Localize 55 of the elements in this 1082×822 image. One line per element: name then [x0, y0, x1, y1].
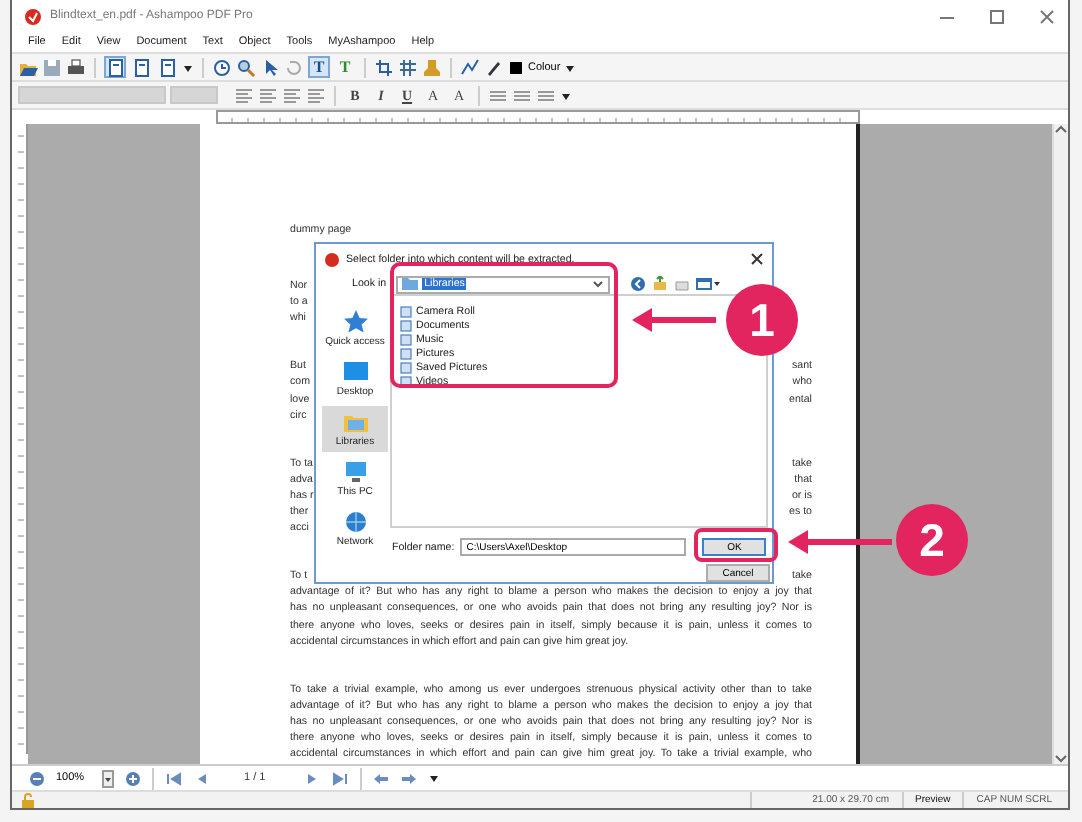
first-page-icon[interactable] — [164, 769, 182, 787]
maximize-icon[interactable] — [988, 7, 1006, 25]
app-logo-icon — [24, 7, 42, 25]
align-icon[interactable] — [282, 85, 302, 105]
monitor-icon — [343, 360, 367, 384]
number-badge: 1 — [726, 284, 798, 356]
zoom-in-icon[interactable] — [124, 769, 142, 787]
close-icon[interactable] — [750, 252, 764, 266]
number-badge: 2 — [896, 504, 968, 576]
grid-icon[interactable] — [398, 57, 418, 77]
caret-icon — [592, 278, 605, 290]
app-logo-icon — [324, 251, 340, 267]
back-icon[interactable] — [371, 769, 390, 787]
vertical-scrollbar[interactable] — [1052, 124, 1068, 764]
zoom-out-icon[interactable] — [28, 769, 46, 787]
page-view-button[interactable] — [130, 56, 152, 78]
arrow — [788, 530, 892, 554]
forward-icon[interactable] — [399, 769, 418, 787]
scroll-up-icon[interactable] — [1054, 124, 1068, 136]
align-icon[interactable] — [234, 85, 254, 105]
star-icon — [343, 310, 367, 334]
line-chart-icon[interactable] — [460, 57, 480, 77]
globe-icon — [343, 510, 367, 534]
lock-icon — [20, 791, 36, 809]
text-tool-button[interactable]: T — [308, 56, 330, 78]
list-icon[interactable] — [488, 85, 508, 105]
back-icon[interactable] — [630, 276, 647, 292]
pen-icon[interactable] — [484, 57, 504, 77]
magnifier-icon[interactable] — [236, 57, 256, 77]
view-menu-icon[interactable] — [696, 276, 721, 292]
last-page-icon[interactable] — [331, 769, 350, 787]
folder-icon — [343, 410, 367, 434]
clock-icon[interactable] — [212, 57, 232, 77]
scroll-down-icon[interactable] — [1054, 752, 1068, 764]
stamp-icon[interactable] — [422, 57, 442, 77]
align-icon[interactable] — [258, 85, 278, 105]
dropdown-caret-icon[interactable] — [560, 89, 572, 101]
page-view-button[interactable] — [156, 56, 178, 78]
page-view-button[interactable] — [104, 56, 126, 78]
dropdown-caret-icon[interactable] — [427, 772, 440, 784]
arrow — [632, 308, 716, 332]
colour-swatch-icon — [508, 59, 524, 75]
cursor-icon[interactable] — [260, 57, 280, 77]
dropdown-caret-icon[interactable] — [182, 61, 194, 73]
print-icon[interactable] — [66, 57, 86, 77]
up-folder-icon[interactable] — [652, 276, 669, 292]
dropdown-caret-icon[interactable] — [564, 61, 577, 73]
folder-icon — [402, 276, 419, 292]
align-icon[interactable] — [306, 85, 326, 105]
computer-icon — [343, 460, 367, 484]
crop-icon[interactable] — [374, 57, 394, 77]
dropdown-button-icon[interactable] — [102, 769, 114, 787]
list-icon[interactable] — [512, 85, 532, 105]
highlight-frame — [694, 528, 778, 562]
text-tool-button[interactable]: T — [334, 56, 356, 78]
